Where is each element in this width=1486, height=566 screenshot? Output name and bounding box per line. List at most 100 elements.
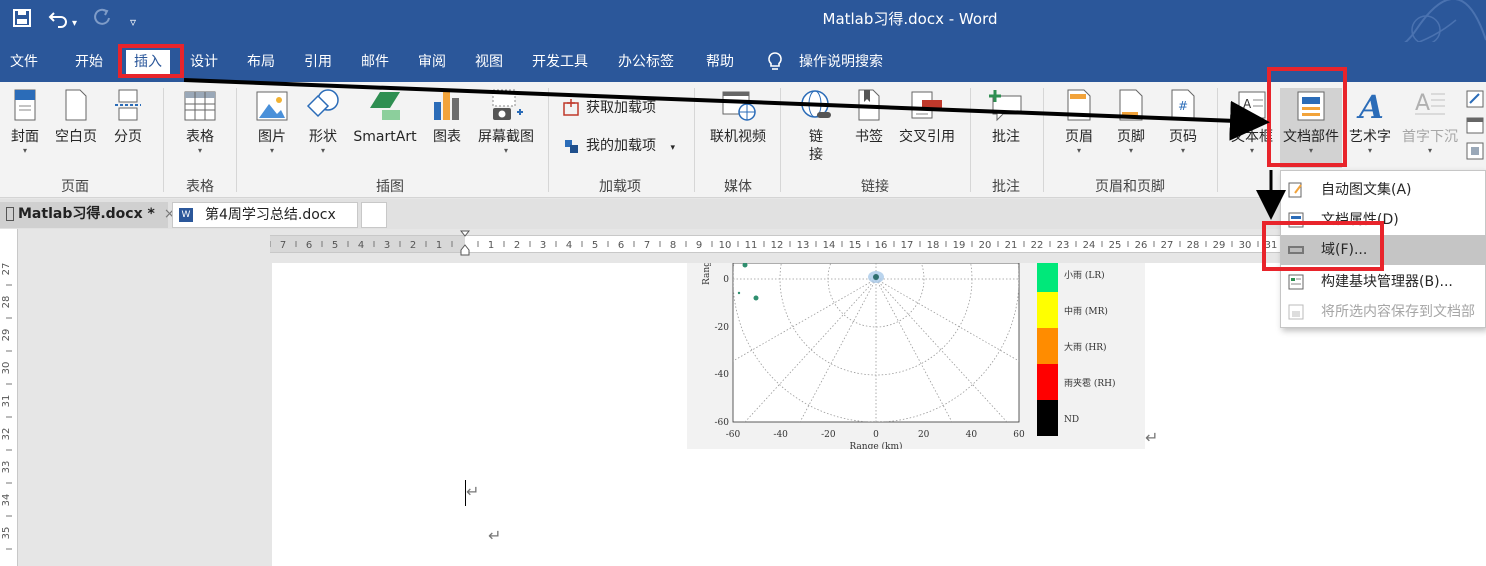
signature-line-icon[interactable] [1466,90,1484,108]
new-tab-button[interactable] [361,202,387,228]
online-video-button[interactable]: 联机视频 [704,88,772,146]
tab-developer[interactable]: 开发工具 [532,52,588,72]
store-icon [563,99,579,116]
undo-icon[interactable] [48,8,70,35]
customize-icon[interactable]: ▿ [130,10,136,34]
ruler-number: 1 [488,240,494,251]
ruler-number: 22 [1031,240,1044,251]
chart-xtick-label: 60 [1013,430,1025,440]
smartart-icon [370,92,400,120]
menu-item-building-blocks[interactable]: 构建基块管理器(B)... [1281,267,1486,297]
undo-dropdown-icon[interactable]: ▾ [72,12,77,36]
addins-icon [565,140,578,153]
svg-text:A: A [1243,97,1252,111]
vertical-ruler[interactable]: 27 28 29 30 31 32 33 34 35 [0,229,18,566]
tab-office-tab[interactable]: 办公标签 [618,52,674,72]
annotation-box-quick-parts [1267,67,1347,167]
tab-file[interactable]: 文件 [10,52,38,72]
ruler-number: 7 [280,240,286,251]
online-video-icon [722,91,756,121]
paragraph-mark: ↵ [1145,428,1159,447]
ruler-number: 1 [436,240,442,251]
chart-xtick-label: -20 [821,430,836,440]
ruler-number: 20 [979,240,992,251]
chart-ytick-label: 0 [723,275,729,285]
legend-color-swatch [1037,400,1058,436]
smartart-button[interactable]: SmartArt [350,88,420,146]
wordart-icon: A [1356,88,1384,124]
drop-cap-icon: A [1415,91,1445,116]
tell-me-search[interactable]: 操作说明搜索 [799,52,883,72]
embedded-radar-chart[interactable]: 0 -20 -40 -60 -60 -40 -20 0 20 40 60 Range (k Ran… [687,243,1145,452]
page-break-button[interactable]: 分页 [108,88,148,146]
group-label-tables: 表格 [186,179,214,195]
link-button[interactable]: 链 接 [796,88,836,164]
chart-ytick-label: -20 [715,323,730,333]
bookmark-button[interactable]: 书签 [850,88,888,146]
tab-home[interactable]: 开始 [75,52,103,72]
header-button[interactable]: 页眉 ▾ [1058,88,1100,156]
menu-item-autotext[interactable]: 自动图文集(A) [1281,175,1486,205]
table-button[interactable]: 表格 ▾ [178,88,222,156]
tab-view[interactable]: 视图 [475,52,503,72]
word-doc-icon: W [179,208,193,222]
page-number-button[interactable]: # 页码 ▾ [1162,88,1204,156]
header-icon [1067,89,1091,121]
chart-xtick-label: 20 [918,430,930,440]
tab-references[interactable]: 引用 [304,52,332,72]
date-time-icon[interactable] [1466,116,1484,134]
wordart-button[interactable]: A 艺术字 ▾ [1346,88,1394,156]
my-addins-button[interactable]: 我的加载项 ▾ [562,136,675,158]
autotext-icon [1288,182,1302,198]
ruler-number: 10 [719,240,732,251]
chart-ytick-label: -60 [715,418,730,428]
ribbon-separator [163,88,164,192]
ruler-number: 3 [540,240,546,251]
legend-color-swatch [1037,328,1058,364]
ruler-number: 6 [306,240,312,251]
ruler-number: 29 [1,329,12,342]
cross-reference-button[interactable]: 交叉引用 [894,88,960,146]
doc-tab-matlab[interactable]: Matlab习得.docx * × [0,202,175,228]
footer-button[interactable]: 页脚 ▾ [1110,88,1152,156]
screenshot-icon [492,89,523,120]
indent-marker-icon[interactable] [459,230,471,256]
doc-tab-week4[interactable]: W 第4周学习总结.docx [172,202,358,228]
ruler-number: 18 [927,240,940,251]
group-label-comments: 批注 [992,179,1020,195]
tab-review[interactable]: 审阅 [418,52,446,72]
paragraph-mark: ↵ [488,526,502,545]
ruler-number: 19 [953,240,966,251]
tab-layout[interactable]: 布局 [247,52,275,72]
ruler-number: 24 [1083,240,1096,251]
legend-label: ND [1064,415,1079,425]
menu-item-save-selection: 将所选内容保存到文档部 [1281,297,1486,327]
chart-icon [434,92,459,120]
pictures-button[interactable]: 图片 ▾ [252,88,292,156]
link-globe-icon [801,90,831,118]
screenshot-button[interactable]: 屏幕截图 ▾ [472,88,540,156]
chart-button[interactable]: 图表 [428,88,466,146]
ribbon-separator [236,88,237,192]
legend-label: 小雨 (LR) [1064,270,1105,281]
ribbon-separator [1217,88,1218,192]
ribbon: 封面 ▾ 空白页 分页 页面 表格 ▾ 表格 图片 ▾ 形状 ▾ SmartAr… [0,82,1486,198]
tab-mailings[interactable]: 邮件 [361,52,389,72]
shapes-button[interactable]: 形状 ▾ [302,88,344,156]
ruler-number: 14 [823,240,836,251]
group-label-header-footer: 页眉和页脚 [1095,179,1165,195]
object-icon[interactable] [1466,142,1484,160]
ruler-number: 27 [1161,240,1174,251]
get-addins-button[interactable]: 获取加载项 [562,98,656,118]
legend-label: 雨夹雹 (RH) [1064,377,1116,389]
blank-page-button[interactable]: 空白页 [50,88,102,146]
new-comment-button[interactable]: 批注 [984,88,1028,146]
svg-text:A: A [1415,91,1430,116]
chart-xtick-label: -60 [726,430,741,440]
save-icon[interactable] [12,8,32,35]
group-label-media: 媒体 [724,179,752,195]
tab-design[interactable]: 设计 [190,52,218,72]
tab-help[interactable]: 帮助 [706,52,734,72]
drop-cap-button: A 首字下沉 ▾ [1398,88,1462,156]
cover-page-button[interactable]: 封面 ▾ [4,88,46,156]
